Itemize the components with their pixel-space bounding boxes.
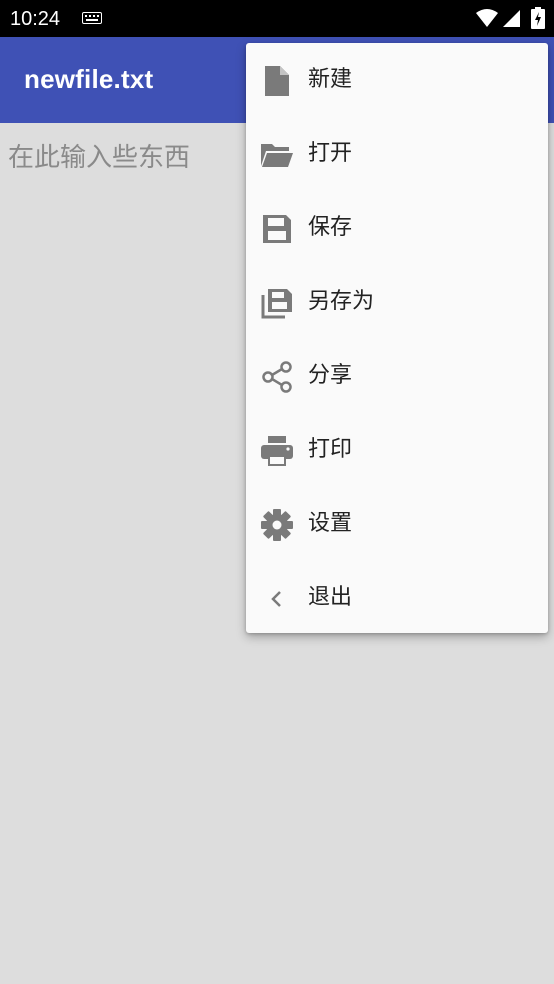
menu-item-settings[interactable]: 设置 (246, 487, 548, 561)
status-bar: 10:24 (0, 0, 554, 37)
menu-item-new[interactable]: 新建 (246, 43, 548, 117)
editor-placeholder: 在此输入些东西 (8, 143, 191, 173)
share-icon (260, 360, 294, 394)
signal-icon (503, 10, 520, 27)
new-file-icon (260, 64, 294, 98)
menu-item-label: 打开 (308, 141, 353, 166)
menu-item-open[interactable]: 打开 (246, 117, 548, 191)
save-icon (260, 212, 294, 246)
document-title: newfile.txt (24, 64, 154, 94)
menu-item-label: 退出 (308, 585, 353, 610)
chevron-left-icon (260, 582, 294, 616)
menu-item-label: 保存 (308, 215, 353, 240)
menu-item-label: 分享 (308, 363, 353, 388)
menu-item-label: 打印 (308, 437, 353, 462)
overflow-menu: 新建 打开 保存 另存为 分享 打印 设置 退出 (246, 43, 548, 633)
menu-item-label: 设置 (308, 511, 353, 536)
print-icon (260, 434, 294, 468)
status-time: 10:24 (10, 8, 61, 30)
menu-item-save[interactable]: 保存 (246, 191, 548, 265)
save-as-icon (260, 286, 294, 320)
menu-item-label: 新建 (308, 67, 353, 92)
menu-item-share[interactable]: 分享 (246, 339, 548, 413)
menu-item-save-as[interactable]: 另存为 (246, 265, 548, 339)
menu-item-label: 另存为 (308, 289, 375, 314)
battery-icon (531, 7, 545, 29)
menu-item-exit[interactable]: 退出 (246, 561, 548, 635)
menu-item-print[interactable]: 打印 (246, 413, 548, 487)
gear-icon (260, 508, 294, 542)
keyboard-icon (82, 12, 102, 24)
wifi-icon (476, 9, 498, 27)
folder-open-icon (260, 138, 294, 172)
